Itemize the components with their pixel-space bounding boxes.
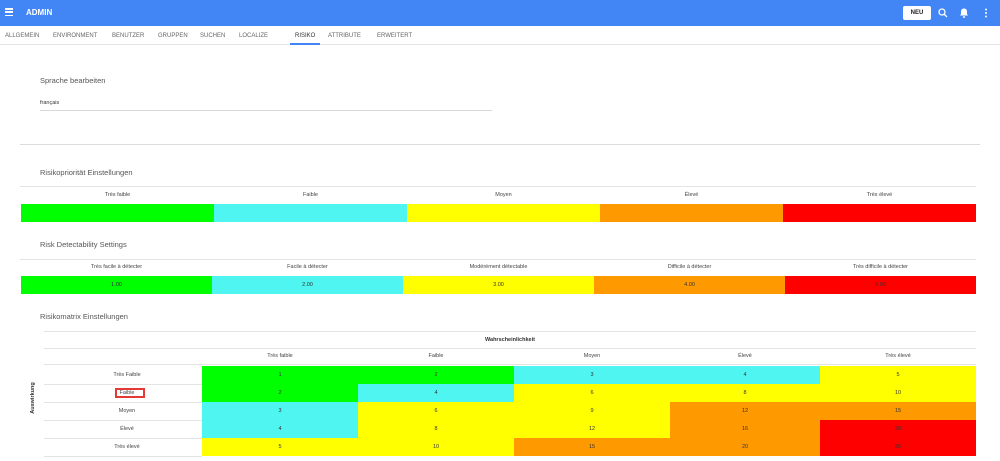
matrix-row-label: Très Faible — [113, 372, 141, 378]
matrix-cell[interactable]: 25 — [820, 438, 976, 456]
matrix-cell[interactable]: 6 — [514, 384, 670, 402]
matrix-cell[interactable]: 12 — [670, 402, 820, 420]
matrix-cell[interactable]: 15 — [820, 402, 976, 420]
detectability-level-label: Très difficile à détecter — [852, 264, 909, 270]
matrix-cell[interactable]: 8 — [358, 420, 514, 438]
matrix-x-axis-label: Wahrscheinlichkeit — [485, 337, 535, 343]
matrix-column-header: Très élevé — [885, 353, 911, 359]
matrix-column-header: Moyen — [583, 353, 601, 359]
matrix-cell[interactable]: 20 — [670, 438, 820, 456]
tab-environment[interactable]: ENVIRONMENT — [53, 33, 97, 39]
priority-color-bar[interactable] — [600, 204, 783, 222]
matrix-axis-line — [44, 348, 976, 349]
priority-color-bar[interactable] — [21, 204, 214, 222]
priority-color-bar[interactable] — [783, 204, 976, 222]
matrix-column-header: Élevé — [738, 353, 752, 359]
matrix-cell[interactable]: 2 — [358, 366, 514, 384]
app-title: ADMIN — [26, 8, 53, 17]
matrix-cell[interactable]: 20 — [820, 420, 976, 438]
matrix-y-axis-label: Auswirkung — [30, 382, 36, 414]
priority-level-label: Moyen — [495, 192, 512, 198]
matrix-row-line — [44, 438, 202, 439]
tab-attribute[interactable]: ATTRIBUTE — [328, 33, 361, 39]
detectability-level-label: Facile à détecter — [287, 264, 328, 270]
tab-risiko[interactable]: RISIKO — [295, 33, 315, 39]
matrix-cell[interactable]: 4 — [670, 366, 820, 384]
notifications-bell-icon[interactable] — [958, 7, 970, 19]
matrix-cell[interactable]: 3 — [202, 402, 358, 420]
detectability-level-label: Très facile à détecter — [90, 264, 143, 270]
priority-level-label: Faible — [303, 192, 318, 198]
detectability-value-bar[interactable]: 4.00 — [594, 276, 785, 294]
matrix-cell[interactable]: 5 — [202, 438, 358, 456]
new-button[interactable]: NEU — [903, 6, 931, 20]
matrix-row-label: Moyen — [118, 408, 136, 414]
matrix-column-header: Faible — [428, 353, 444, 359]
matrix-cell[interactable]: 2 — [202, 384, 358, 402]
priority-section-title: Risikopriorität Einstellungen — [40, 168, 133, 177]
matrix-cell[interactable]: 9 — [514, 402, 670, 420]
matrix-column-header: Très faible — [267, 353, 293, 359]
hamburger-menu-icon[interactable] — [5, 8, 13, 17]
priority-color-bar[interactable] — [214, 204, 407, 222]
more-vert-icon[interactable] — [980, 7, 992, 19]
section-divider — [20, 144, 980, 145]
matrix-row-label: Élevé — [120, 426, 134, 432]
settings-tabs: ALLGEMEIN ENVIRONMENT BENUTZER GRUPPEN S… — [0, 26, 1000, 45]
matrix-row-line — [44, 456, 202, 457]
matrix-row-label: Très élevé — [114, 444, 140, 450]
highlight-box — [115, 388, 145, 398]
priority-header-line — [20, 186, 976, 187]
tab-erweitert[interactable]: ERWEITERT — [377, 33, 412, 39]
tab-localize[interactable]: LOCALIZE — [239, 33, 268, 39]
language-section-title: Sprache bearbeiten — [40, 76, 106, 85]
tab-allgemein[interactable]: ALLGEMEIN — [5, 33, 39, 39]
matrix-cell[interactable]: 4 — [358, 384, 514, 402]
matrix-cell[interactable]: 5 — [820, 366, 976, 384]
active-tab-indicator — [290, 43, 320, 45]
tab-gruppen[interactable]: GRUPPEN — [158, 33, 188, 39]
matrix-row-line — [44, 384, 202, 385]
matrix-cell[interactable]: 8 — [670, 384, 820, 402]
language-select[interactable]: français — [40, 100, 59, 106]
language-select-underline — [40, 110, 492, 111]
detectability-header-line — [20, 259, 976, 260]
detectability-value-bar[interactable]: 5.00 — [785, 276, 976, 294]
matrix-cell[interactable]: 4 — [202, 420, 358, 438]
detectability-level-label: Difficile à détecter — [667, 264, 712, 270]
matrix-cell[interactable]: 6 — [358, 402, 514, 420]
matrix-cell[interactable]: 1 — [202, 366, 358, 384]
matrix-row-line — [44, 402, 202, 403]
top-app-bar: ADMIN NEU — [0, 0, 1000, 26]
tab-benutzer[interactable]: BENUTZER — [112, 33, 144, 39]
detectability-level-label: Modérément détectable — [469, 264, 528, 270]
matrix-top-line — [44, 331, 976, 332]
matrix-cell[interactable]: 3 — [514, 366, 670, 384]
matrix-cell[interactable]: 16 — [670, 420, 820, 438]
detectability-section-title: Risk Detectability Settings — [40, 240, 127, 249]
detectability-value-bar[interactable]: 1.00 — [21, 276, 212, 294]
detectability-value-bar[interactable]: 2.00 — [212, 276, 403, 294]
priority-level-label: Très élevé — [866, 192, 893, 198]
matrix-cell[interactable]: 10 — [358, 438, 514, 456]
matrix-cell[interactable]: 10 — [820, 384, 976, 402]
matrix-cell[interactable]: 12 — [514, 420, 670, 438]
detectability-value-bar[interactable]: 3.00 — [403, 276, 594, 294]
priority-level-label: Élevé — [684, 192, 699, 198]
search-icon[interactable] — [937, 7, 949, 19]
priority-color-bar[interactable] — [407, 204, 600, 222]
matrix-row-line — [44, 420, 202, 421]
tab-suchen[interactable]: SUCHEN — [200, 33, 225, 39]
priority-level-label: Très faible — [104, 192, 131, 198]
matrix-section-title: Risikomatrix Einstellungen — [40, 312, 128, 321]
matrix-column-header-line — [44, 364, 976, 365]
matrix-cell[interactable]: 15 — [514, 438, 670, 456]
